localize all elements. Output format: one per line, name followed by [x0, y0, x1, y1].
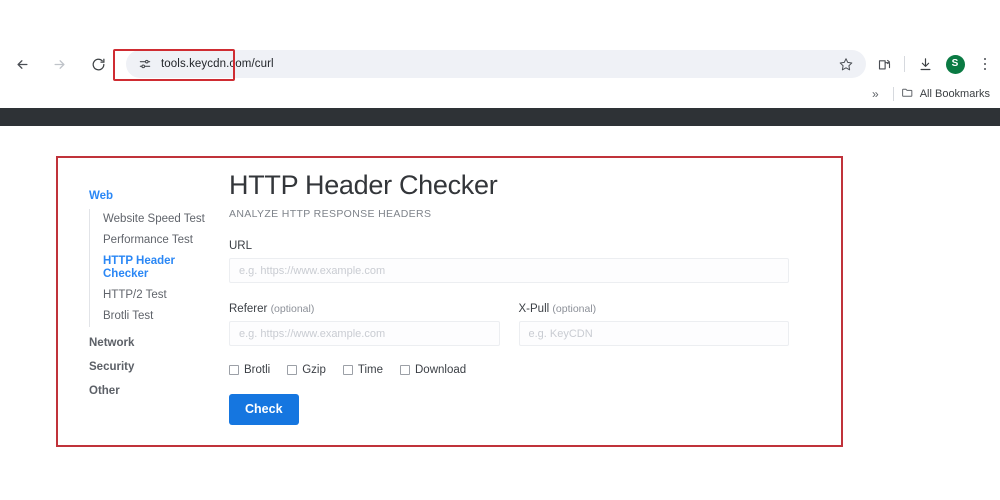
sidebar-item-website-speed-test[interactable]: Website Speed Test [103, 209, 219, 230]
bookmarks-divider [892, 87, 894, 101]
sidebar-section-web[interactable]: Web [89, 180, 219, 204]
xpull-field-label: X-Pull (optional) [519, 303, 790, 315]
url-input[interactable] [229, 258, 789, 283]
sidebar-item-performance-test[interactable]: Performance Test [103, 230, 219, 251]
avatar[interactable]: S [940, 49, 970, 79]
checkbox-box-icon[interactable] [400, 365, 410, 375]
site-navbar [0, 108, 1000, 126]
forward-button[interactable] [44, 49, 74, 79]
sidebar-item-http2-test[interactable]: HTTP/2 Test [103, 285, 219, 306]
omnibox[interactable]: tools.keycdn.com/curl [126, 50, 866, 78]
address-bar-url[interactable]: tools.keycdn.com/curl [161, 58, 832, 70]
checkbox-time-label: Time [357, 364, 383, 376]
options-checkbox-row: Brotli Gzip Time Download [229, 364, 789, 376]
tune-sliders-icon[interactable] [132, 57, 158, 71]
reload-icon [91, 57, 106, 72]
arrow-left-icon [15, 57, 30, 72]
referer-optional-note: (optional) [270, 303, 315, 315]
back-button[interactable] [7, 49, 37, 79]
referer-field-label: Referer (optional) [229, 303, 500, 315]
url-field-label: URL [229, 240, 789, 252]
reload-button[interactable] [83, 49, 113, 79]
xpull-optional-note: (optional) [552, 303, 597, 315]
bookmarks-bar: » All Bookmarks [0, 80, 1000, 108]
url-label-text: URL [229, 240, 253, 252]
kebab-menu-icon[interactable] [970, 49, 1000, 79]
toolbar-divider [904, 56, 905, 72]
xpull-input[interactable] [518, 321, 789, 346]
sidebar-sub-web: Website Speed Test Performance Test HTTP… [89, 209, 219, 327]
all-bookmarks-label: All Bookmarks [919, 88, 990, 100]
page-content: Web Website Speed Test Performance Test … [0, 108, 1000, 500]
referer-input[interactable] [229, 321, 500, 346]
sidebar-item-http-header-checker[interactable]: HTTP Header Checker [103, 251, 175, 285]
xpull-label-text: X-Pull [518, 303, 550, 315]
checkbox-gzip[interactable]: Gzip [287, 364, 326, 376]
tool-form: HTTP Header Checker ANALYZE HTTP RESPONS… [229, 168, 789, 425]
download-icon[interactable] [910, 49, 940, 79]
arrow-right-icon [52, 57, 67, 72]
checkbox-box-icon[interactable] [229, 365, 239, 375]
checkbox-box-icon[interactable] [342, 365, 353, 375]
avatar-initial: S [945, 54, 965, 74]
checkbox-time[interactable]: Time [342, 364, 383, 376]
checkbox-brotli-label: Brotli [244, 364, 271, 376]
sidebar-section-security[interactable]: Security [89, 351, 219, 375]
checkbox-gzip-label: Gzip [302, 364, 326, 376]
page-title: HTTP Header Checker [229, 170, 498, 200]
checkbox-download[interactable]: Download [400, 364, 466, 376]
sidebar-section-network[interactable]: Network [89, 327, 219, 351]
page-subtitle: ANALYZE HTTP RESPONSE HEADERS [229, 208, 432, 220]
tool-panel: Web Website Speed Test Performance Test … [56, 156, 843, 447]
referer-label-text: Referer [229, 303, 268, 315]
sidebar-section-other[interactable]: Other [89, 375, 219, 399]
checkbox-download-label: Download [415, 364, 467, 376]
checkbox-box-icon[interactable] [287, 365, 298, 375]
star-icon[interactable] [832, 57, 860, 71]
sidebar-item-brotli-test[interactable]: Brotli Test [103, 306, 219, 327]
optional-fields-row: Referer (optional) X-Pull (optional) [229, 283, 789, 346]
folder-icon [901, 86, 914, 102]
share-screen-icon[interactable] [869, 49, 899, 79]
check-button[interactable]: Check [229, 394, 299, 425]
tool-sidebar: Web Website Speed Test Performance Test … [89, 180, 219, 399]
bookmarks-overflow-button[interactable]: » [864, 87, 886, 101]
checkbox-brotli[interactable]: Brotli [229, 364, 270, 376]
browser-chrome: tools.keycdn.com/curl S » All Bookmarks [0, 0, 1000, 108]
all-bookmarks-button[interactable]: All Bookmarks [901, 86, 994, 102]
